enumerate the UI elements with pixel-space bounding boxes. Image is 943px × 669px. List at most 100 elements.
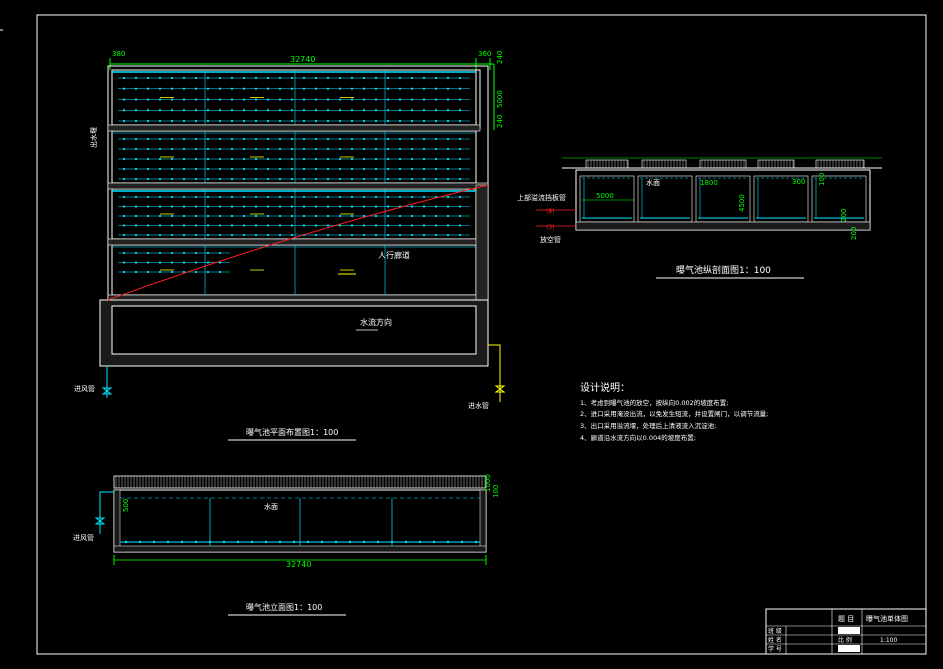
elevation-caption: 曝气池立面图1：100: [246, 602, 322, 612]
aerator-dot: [170, 147, 174, 151]
aerator-dot: [434, 109, 438, 112]
aerator-dot: [242, 147, 246, 151]
aerator-dot: [290, 224, 294, 227]
aerator-dot: [314, 224, 318, 227]
aerator-dot: [362, 167, 366, 171]
aerator-dot: [266, 147, 270, 151]
aerator-dot: [278, 177, 282, 181]
aerator-dot: [458, 157, 462, 161]
aerator-dot: [182, 87, 186, 90]
aerator-dot: [374, 98, 378, 101]
aerator-dot: [146, 251, 150, 255]
aerator-dot: [374, 147, 378, 151]
aerator-dot: [222, 540, 226, 544]
notes-item: 3、出口采用溢流堰，处理后上清液流入沉淀池;: [580, 421, 716, 430]
aerator-dot: [266, 233, 270, 237]
aerator-dot: [446, 76, 450, 80]
aerator-dot: [266, 157, 270, 161]
aerator-dot: [242, 233, 246, 237]
aerator-dot: [410, 233, 414, 237]
aerator-dot: [122, 98, 126, 101]
aerator-dot: [254, 214, 258, 218]
aerator-dot: [386, 76, 390, 80]
aerator-dot: [254, 119, 258, 123]
aerator-dot: [422, 137, 426, 141]
aerator-dot: [194, 540, 198, 544]
title-scale-label: 比 例: [838, 636, 852, 644]
aerator-dot: [398, 147, 402, 151]
aerator-dot: [350, 233, 354, 237]
aerator-dot: [158, 98, 162, 101]
aerator-dot: [314, 214, 318, 218]
aerator-dot: [434, 87, 438, 90]
aerator-dot: [236, 540, 240, 544]
aerator-dot: [254, 177, 258, 181]
aerator-dot: [146, 109, 150, 112]
aerator-dot: [266, 177, 270, 181]
aerator-dot: [254, 233, 258, 237]
title-scale-value: 1:100: [880, 637, 897, 644]
aerator-dot: [266, 214, 270, 218]
section-dim-bottom: 200: [850, 227, 858, 240]
aerator-dot: [170, 157, 174, 161]
aerator-dot: [374, 233, 378, 237]
aerator-dot: [278, 195, 282, 199]
aerator-dot: [314, 177, 318, 181]
aerator-dot: [314, 233, 318, 237]
aerator-dot: [434, 76, 438, 80]
aerator-dot: [410, 87, 414, 90]
aerator-dot: [146, 167, 150, 171]
aerator-dot: [302, 98, 306, 101]
aerator-dot: [326, 224, 330, 227]
aerator-dot: [398, 76, 402, 80]
aerator-dot: [422, 147, 426, 151]
elevation-grille: [113, 475, 487, 489]
title-stamp: [838, 627, 860, 634]
aerator-dot: [350, 76, 354, 80]
aerator-dot: [242, 157, 246, 161]
elevation-dim-total: 32740: [286, 560, 311, 569]
aerator-dot: [386, 87, 390, 90]
aerator-dot: [398, 157, 402, 161]
aerator-dot: [208, 540, 212, 544]
aerator-dot: [362, 147, 366, 151]
aerator-dot: [254, 224, 258, 227]
aerator-dot: [180, 540, 184, 544]
aerator-dot: [254, 109, 258, 112]
aerator-dot: [278, 205, 282, 208]
aerator-dot: [376, 540, 380, 544]
aerator-dot: [302, 157, 306, 161]
aerator-dot: [254, 157, 258, 161]
aerator-dot: [254, 147, 258, 151]
aerator-dot: [290, 195, 294, 199]
aerator-dot: [122, 87, 126, 90]
aerator-dot: [182, 137, 186, 141]
aerator-dot: [362, 177, 366, 181]
aerator-dot: [338, 177, 342, 181]
aerator-dot: [230, 205, 234, 208]
aerator-dot: [170, 251, 174, 255]
aerator-dot: [254, 137, 258, 141]
aerator-dot: [206, 147, 210, 151]
aerator-dot: [446, 87, 450, 90]
aerator-dot: [458, 137, 462, 141]
aerator-dot: [314, 195, 318, 199]
aerator-dot: [278, 109, 282, 112]
aerator-dot: [266, 205, 270, 208]
plan-bottom-tank-inner: [111, 305, 477, 355]
aerator-dot: [194, 233, 198, 237]
aerator-dot: [182, 214, 186, 218]
aerator-dot: [422, 205, 426, 208]
aerator-dot: [422, 195, 426, 199]
section-view: 水面 5000 1800 4500 300 100 200 200 上部溢流挡板…: [517, 157, 882, 279]
aerator-dot: [266, 137, 270, 141]
aerator-dot: [446, 157, 450, 161]
aerator-dot: [410, 195, 414, 199]
aerator-dot: [278, 147, 282, 151]
aerator-dot: [350, 214, 354, 218]
aerator-dot: [158, 147, 162, 151]
title-row1: 班 级: [768, 627, 782, 635]
aerator-dot: [458, 98, 462, 101]
aerator-dot: [326, 87, 330, 90]
aerator-dot: [326, 76, 330, 80]
